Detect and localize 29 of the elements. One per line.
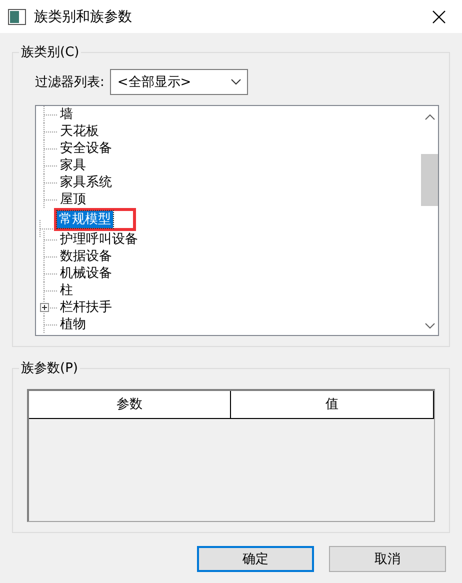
tree-item[interactable]: 植物: [58, 316, 88, 333]
tree-item[interactable]: 栏杆扶手: [58, 299, 114, 316]
ok-button[interactable]: 确定: [197, 546, 314, 572]
window-title: 族类别和族参数: [34, 8, 133, 26]
tree-item[interactable]: 安全设备: [58, 140, 114, 157]
column-header[interactable]: 值: [231, 391, 434, 418]
tree-item[interactable]: 数据设备: [58, 248, 114, 265]
tree-item[interactable]: 家具系统: [58, 174, 114, 191]
scroll-down-icon[interactable]: [424, 323, 434, 329]
chevron-down-icon: [231, 79, 242, 85]
filter-label: 过滤器列表:: [35, 74, 104, 91]
tree-item[interactable]: 屋顶: [58, 191, 88, 208]
close-icon: [432, 10, 446, 24]
tree-item[interactable]: 常规模型: [57, 211, 113, 228]
tree-item[interactable]: 墙: [58, 106, 75, 123]
column-header[interactable]: 参数: [29, 391, 231, 418]
tree-item[interactable]: 柱: [58, 282, 75, 299]
expand-icon[interactable]: [40, 303, 49, 312]
cancel-button[interactable]: 取消: [329, 546, 446, 572]
group-title: 族类别(C): [20, 44, 80, 61]
filter-dropdown[interactable]: <全部显示>: [110, 69, 248, 95]
tree-item[interactable]: 护理呼叫设备: [58, 231, 140, 248]
scroll-thumb[interactable]: [421, 154, 438, 206]
tree-item[interactable]: 天花板: [58, 123, 101, 140]
tree-item[interactable]: 机械设备: [58, 265, 114, 282]
scroll-up-icon[interactable]: [424, 114, 434, 120]
tree-item[interactable]: 家具: [58, 157, 88, 174]
group-title: 族参数(P): [20, 360, 79, 377]
app-icon: [8, 8, 26, 24]
